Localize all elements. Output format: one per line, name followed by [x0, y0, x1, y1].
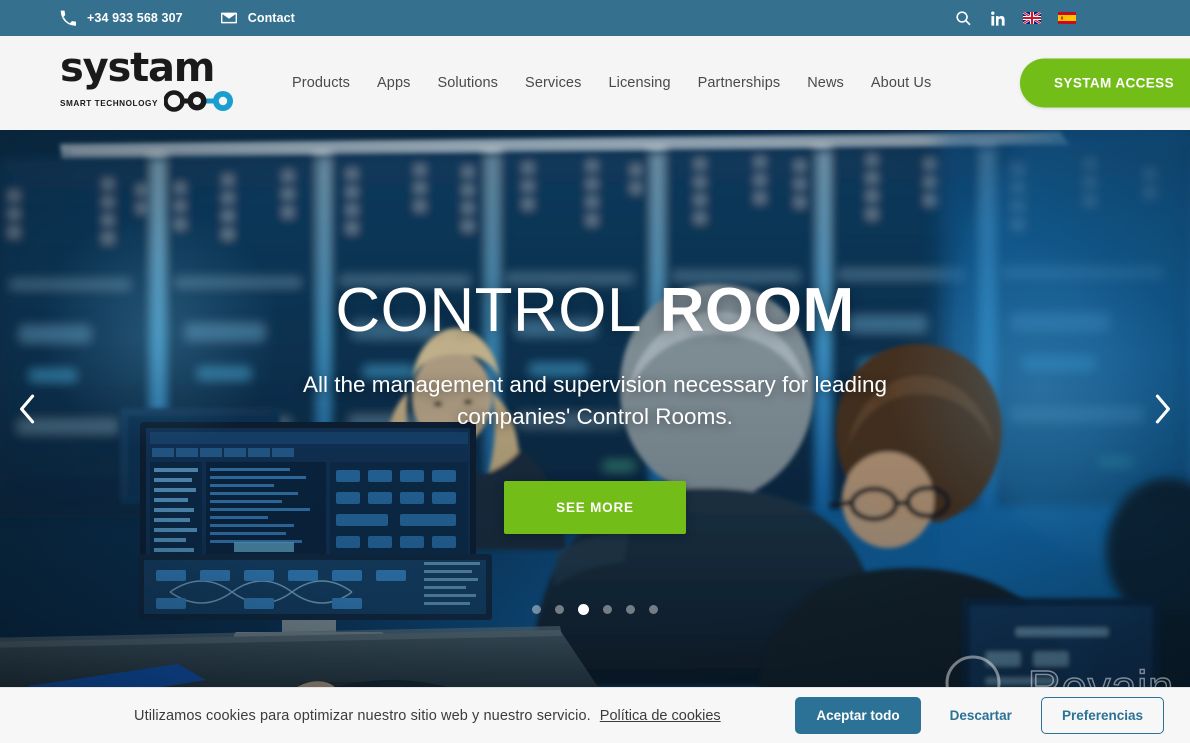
- cookie-dismiss-button[interactable]: Descartar: [929, 697, 1033, 734]
- search-icon[interactable]: [955, 10, 972, 27]
- cookie-accept-all-button[interactable]: Aceptar todo: [795, 697, 921, 734]
- hero-content: CONTROL ROOM All the management and supe…: [0, 278, 1190, 534]
- hero-title-light: CONTROL: [335, 276, 643, 345]
- phone-number: +34 933 568 307: [87, 11, 183, 25]
- systam-access-button[interactable]: SYSTAM ACCESS: [1020, 58, 1190, 108]
- phone-link[interactable]: +34 933 568 307: [60, 10, 183, 26]
- nav-item-solutions[interactable]: Solutions: [437, 75, 498, 91]
- carousel-next-button[interactable]: [1142, 389, 1182, 429]
- cookie-preferences-button[interactable]: Preferencias: [1040, 697, 1164, 734]
- linkedin-icon[interactable]: [989, 10, 1006, 27]
- nav-item-apps[interactable]: Apps: [377, 75, 410, 91]
- top-utility-bar: +34 933 568 307 Contact: [0, 0, 1190, 36]
- logo-subline: SMART TECHNOLOGY: [60, 90, 240, 117]
- logo[interactable]: systam SMART TECHNOLOGY: [60, 45, 240, 117]
- topbar-contact-group: +34 933 568 307 Contact: [60, 10, 295, 26]
- hero-carousel: CONTROL ROOM All the management and supe…: [0, 130, 1190, 687]
- hero-title-bold: ROOM: [659, 276, 855, 345]
- carousel-dot-2[interactable]: [555, 605, 564, 614]
- contact-label: Contact: [247, 11, 295, 25]
- nav-item-products[interactable]: Products: [292, 75, 350, 91]
- cookie-message: Utilizamos cookies para optimizar nuestr…: [134, 707, 591, 724]
- cookie-consent-banner: Utilizamos cookies para optimizar nuestr…: [0, 687, 1190, 743]
- cookie-actions: Aceptar todo Descartar Preferencias: [795, 697, 1164, 734]
- carousel-dot-3[interactable]: [578, 604, 589, 615]
- carousel-dots: [0, 604, 1190, 615]
- see-more-button[interactable]: SEE MORE: [504, 480, 686, 534]
- chevron-left-icon: [17, 394, 39, 424]
- contact-link[interactable]: Contact: [220, 10, 295, 26]
- envelope-icon: [220, 10, 237, 26]
- flag-spain-icon[interactable]: [1058, 12, 1076, 24]
- site-header: systam SMART TECHNOLOGY Products Apps So…: [0, 36, 1190, 130]
- flag-uk-icon[interactable]: [1023, 12, 1041, 24]
- nav-item-news[interactable]: News: [807, 75, 844, 91]
- logo-tagline: SMART TECHNOLOGY: [60, 99, 158, 108]
- nav-item-licensing[interactable]: Licensing: [608, 75, 670, 91]
- chevron-right-icon: [1151, 394, 1173, 424]
- main-navigation: Products Apps Solutions Services Licensi…: [292, 75, 931, 91]
- logo-wordmark: systam: [60, 45, 215, 91]
- page-root: +34 933 568 307 Contact systam SMART TEC…: [0, 0, 1190, 743]
- topbar-tools-group: [955, 10, 1176, 27]
- hero-subtitle: All the management and supervision neces…: [302, 372, 888, 430]
- cookie-policy-link[interactable]: Política de cookies: [600, 708, 721, 724]
- nav-item-services[interactable]: Services: [525, 75, 581, 91]
- carousel-prev-button[interactable]: [8, 389, 48, 429]
- phone-icon: [60, 10, 76, 26]
- nav-item-partnerships[interactable]: Partnerships: [698, 75, 781, 91]
- carousel-dot-6[interactable]: [649, 605, 658, 614]
- carousel-dot-5[interactable]: [626, 605, 635, 614]
- chain-link-icon: [163, 90, 238, 117]
- carousel-dot-1[interactable]: [532, 605, 541, 614]
- hero-title: CONTROL ROOM: [335, 278, 854, 343]
- nav-item-about-us[interactable]: About Us: [871, 75, 931, 91]
- carousel-dot-4[interactable]: [603, 605, 612, 614]
